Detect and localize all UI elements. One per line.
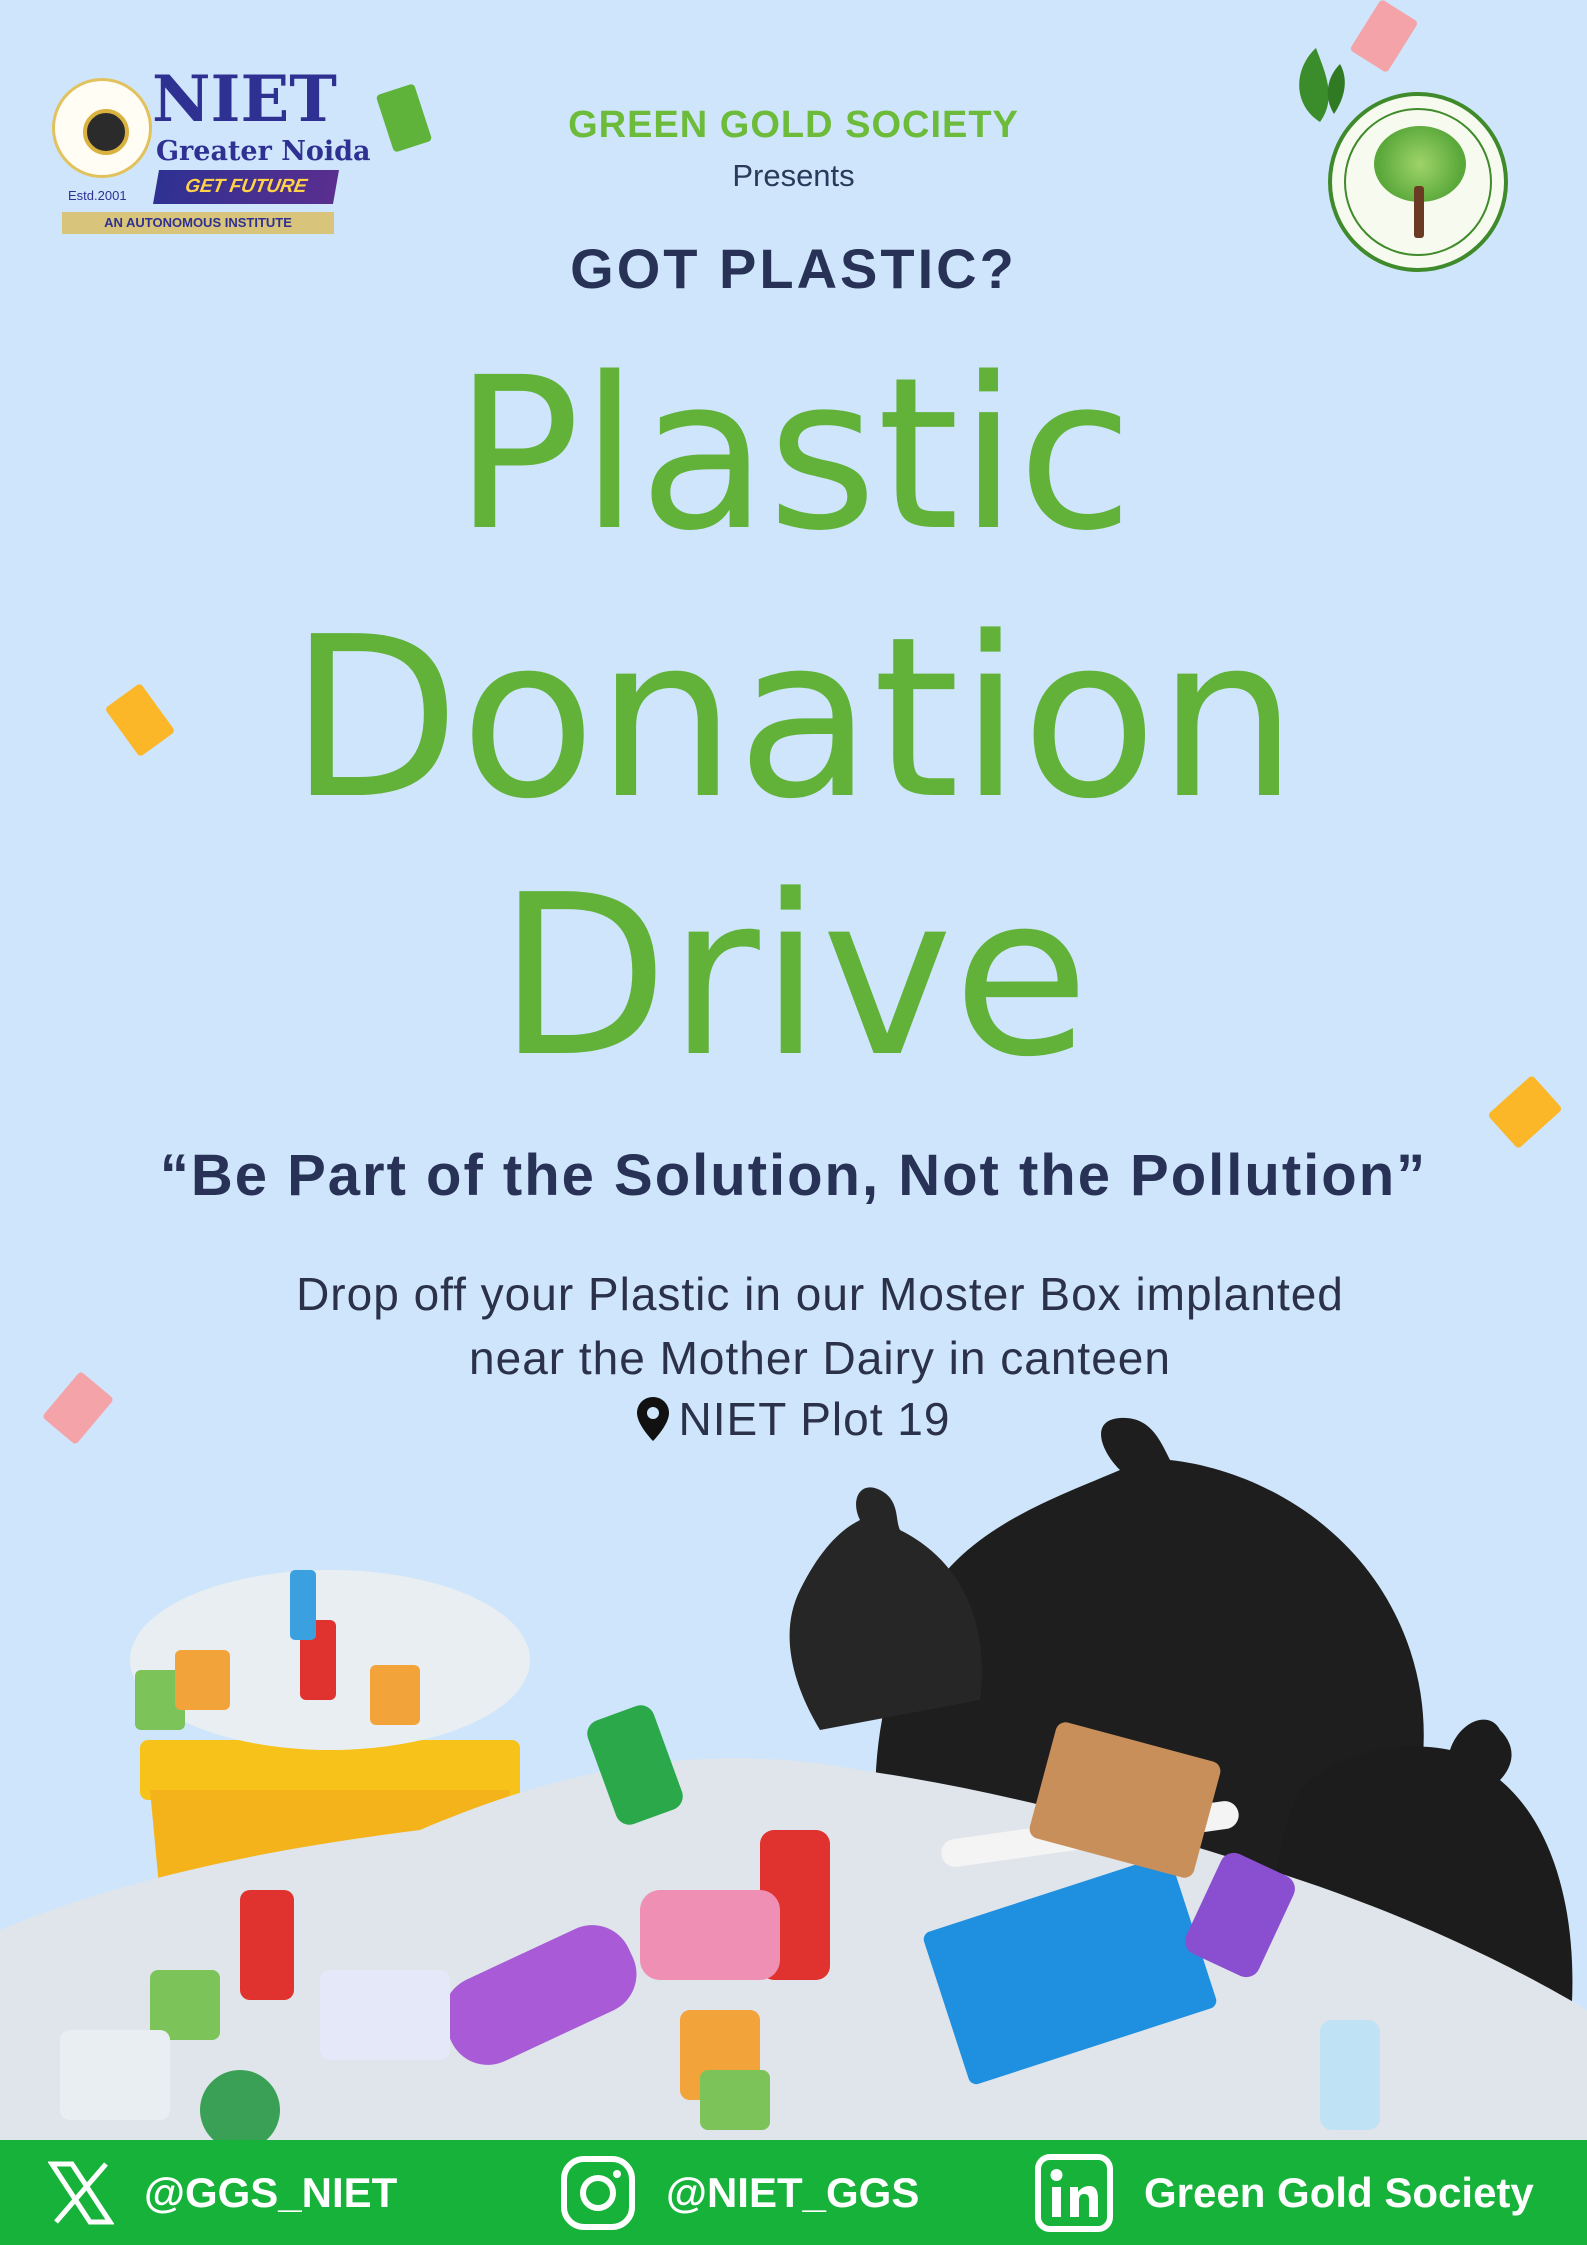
drop-off-instructions: Drop off your Plastic in our Moster Box …: [180, 1262, 1460, 1390]
instagram-handle: @NIET_GGS: [666, 2168, 920, 2216]
linkedin-social-link[interactable]: Green Gold Society: [1034, 2140, 1534, 2245]
niet-logo: NIET Greater Noida GET FUTURE READY Estd…: [52, 68, 371, 234]
slogan: “Be Part of the Solution, Not the Pollut…: [159, 1143, 1428, 1208]
title-line-plastic: Plastic: [453, 332, 1134, 577]
got-plastic-heading: GOT PLASTIC?: [570, 237, 1017, 300]
drop-off-line-2: near the Mother Dairy in canteen: [469, 1332, 1171, 1384]
drop-off-line-1: Drop off your Plastic in our Moster Box …: [296, 1268, 1344, 1320]
instagram-icon: [561, 2155, 635, 2230]
x-social-link[interactable]: @GGS_NIET: [48, 2140, 397, 2245]
social-footer: @GGS_NIET @NIET_GGS Green Gold Society: [0, 2140, 1587, 2245]
leaf-icon: [1299, 48, 1345, 122]
linkedin-name: Green Gold Society: [1144, 2168, 1534, 2216]
plastic-waste-pile-illustration: [0, 1417, 1587, 2140]
linkedin-icon: [1035, 2153, 1113, 2232]
title-line-donation: Donation: [289, 590, 1298, 848]
x-logo-icon: [48, 2161, 114, 2224]
niet-logo-status: AN AUTONOMOUS INSTITUTE: [62, 212, 334, 234]
x-handle: @GGS_NIET: [144, 2168, 398, 2216]
title-line-drive: Drive: [497, 848, 1090, 1106]
confetti-pink-top: [1349, 0, 1419, 74]
instagram-social-link[interactable]: @NIET_GGS: [560, 2140, 919, 2245]
